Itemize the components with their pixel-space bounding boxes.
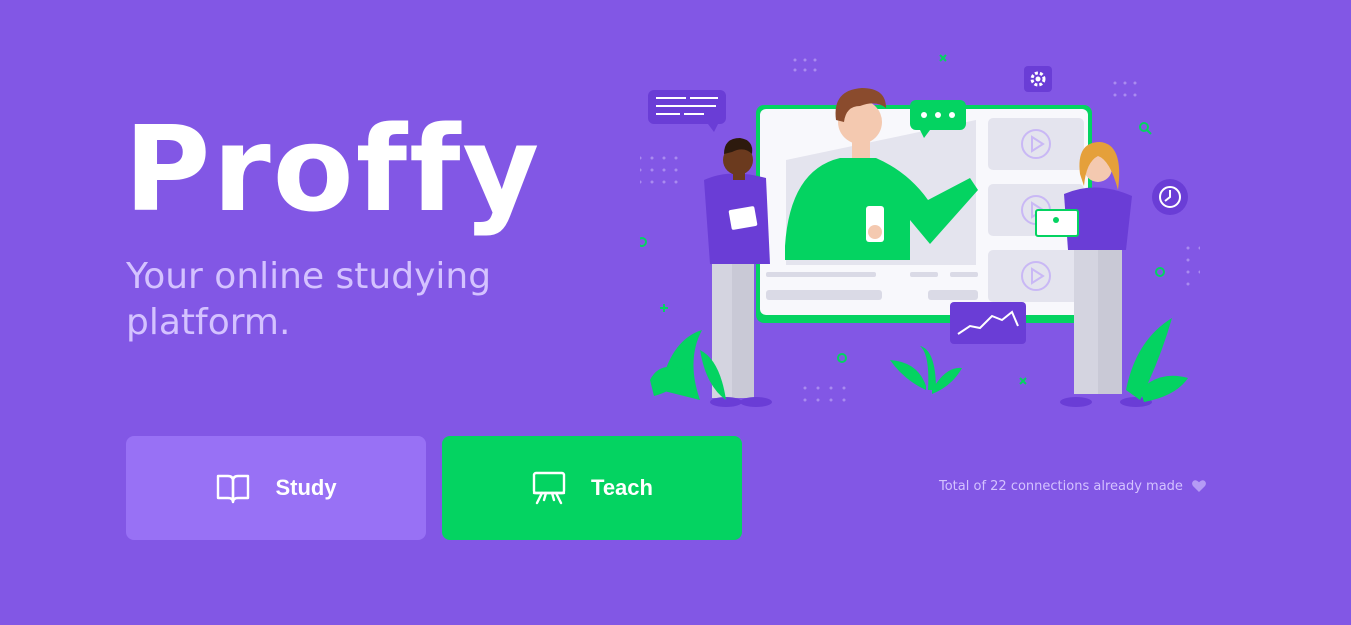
tagline-line-2: platform.: [126, 302, 291, 343]
logo-text: Proffy: [124, 112, 541, 238]
connections-counter: Total of 22 connections already made: [939, 478, 1207, 494]
tagline-line-1: Your online studying: [126, 256, 492, 297]
presentation-board-icon: [532, 471, 566, 505]
study-button[interactable]: Study: [126, 436, 426, 540]
teach-button[interactable]: Teach: [442, 436, 742, 540]
proffy-logo: Proffy: [124, 112, 541, 238]
book-open-icon: [217, 474, 250, 504]
connections-text: Total of 22 connections already made: [939, 478, 1183, 494]
hero-illustration: [640, 54, 1200, 407]
chart-card: [950, 302, 1026, 344]
teach-button-label: Teach: [591, 475, 653, 500]
study-button-label: Study: [275, 475, 337, 500]
heart-icon: [1191, 480, 1206, 492]
tagline: Your online studying platform.: [126, 254, 566, 346]
